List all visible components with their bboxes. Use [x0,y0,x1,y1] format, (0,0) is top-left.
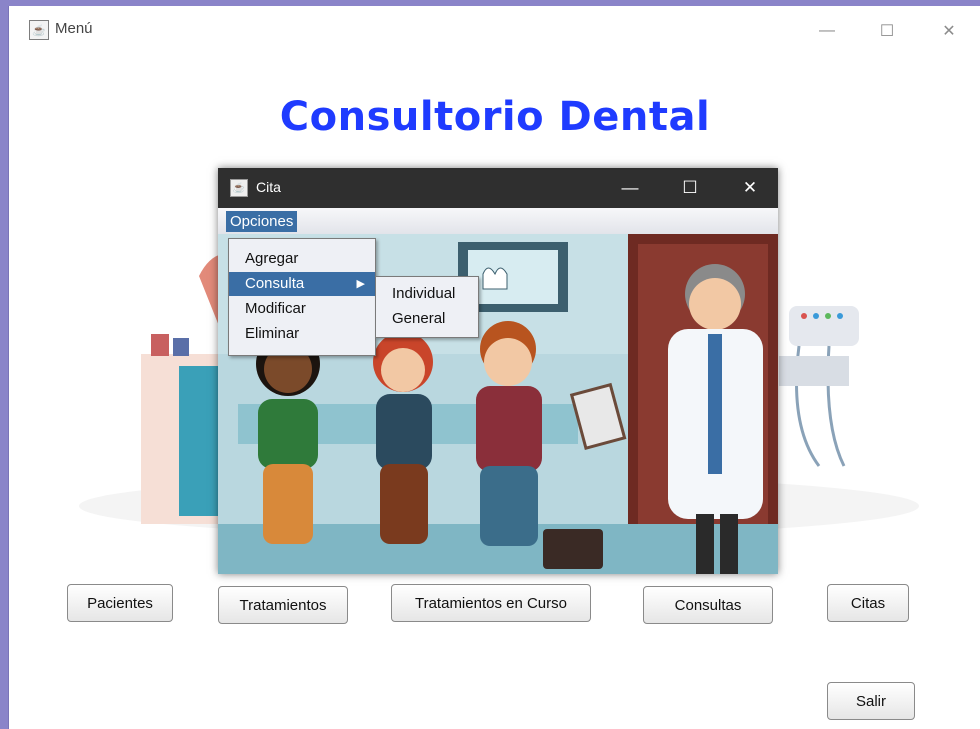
maximize-icon[interactable]: ☐ [865,16,909,46]
minimize-icon[interactable]: — [608,173,652,203]
maximize-icon[interactable]: ☐ [668,173,712,203]
close-icon[interactable]: ✕ [927,16,971,46]
tratamientos-button[interactable]: Tratamientos [218,586,348,624]
java-cup-icon: ☕ [29,20,49,40]
submenu-item-individual[interactable]: Individual [376,282,478,306]
minimize-icon[interactable]: — [805,16,849,46]
pacientes-button[interactable]: Pacientes [67,584,173,622]
consulta-submenu: Individual General [375,276,479,338]
menu-item-consulta[interactable]: Consulta ▶ [229,272,375,296]
menu-window: ☕ Menú — ☐ ✕ Consultorio Dental ☕ Cita —… [8,6,980,729]
menu-item-consulta-label: Consulta [245,275,305,292]
menu-opciones[interactable]: Opciones [226,211,298,232]
submenu-arrow-icon: ▶ [356,278,365,290]
opciones-dropdown: Agregar Consulta ▶ Modificar Eliminar [228,238,376,356]
menu-item-eliminar[interactable]: Eliminar [229,322,375,346]
tratamientos-en-curso-button[interactable]: Tratamientos en Curso [391,584,591,622]
cita-window: ☕ Cita — ☐ ✕ Opciones [218,168,778,574]
menu-item-modificar[interactable]: Modificar [229,297,375,321]
salir-button[interactable]: Salir [827,682,915,720]
menu-item-agregar[interactable]: Agregar [229,247,375,271]
page-title: Consultorio Dental [279,94,711,140]
close-icon[interactable]: ✕ [728,173,772,203]
submenu-item-general[interactable]: General [376,307,478,331]
cita-window-title: Cita [256,179,281,195]
citas-button[interactable]: Citas [827,584,909,622]
cita-titlebar[interactable]: ☕ Cita — ☐ ✕ [218,168,778,208]
consultas-button[interactable]: Consultas [643,586,773,624]
java-cup-icon: ☕ [230,179,248,197]
window-title: Menú [55,20,93,37]
menu-titlebar[interactable]: ☕ Menú — ☐ ✕ [9,6,980,58]
menubar: Opciones [218,208,778,234]
